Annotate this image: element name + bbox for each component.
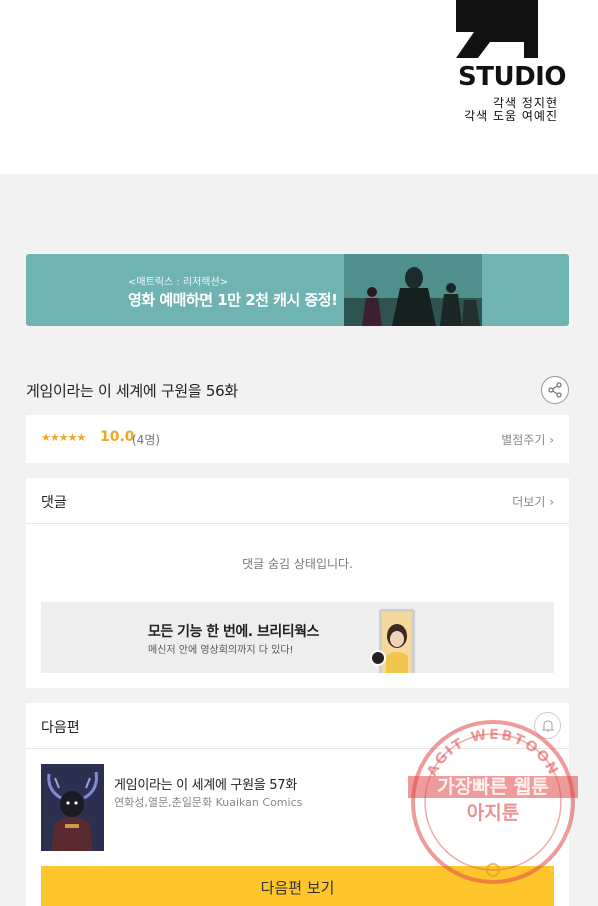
next-episode-title[interactable]: 게임이라는 이 세계에 구원을 57화 bbox=[114, 774, 297, 793]
next-episode-thumbnail[interactable] bbox=[41, 764, 104, 851]
credit-adaptation-assist: 각색 도움 여예진 bbox=[464, 109, 558, 123]
ad-subtitle: 메신저 안에 영상회의까지 다 있다! bbox=[148, 645, 294, 656]
share-button[interactable] bbox=[541, 376, 569, 404]
comments-title: 댓글 bbox=[41, 495, 67, 511]
episode-title: 게임이라는 이 세계에 구원을 56화 bbox=[26, 382, 238, 400]
next-episode-section-title: 다음편 bbox=[41, 720, 80, 736]
comments-hidden-message: 댓글 숨김 상태입니다. bbox=[242, 557, 353, 571]
ad-title: 모든 기능 한 번에. 브리티웍스 bbox=[148, 624, 319, 640]
next-episode-authors: 연화성,열문,춘일문화 Kuaikan Comics bbox=[114, 796, 303, 809]
promo-banner[interactable]: <매트릭스 : 리저렉션> 영화 예매하면 1만 2천 캐시 증정! bbox=[26, 254, 569, 326]
banner-subtitle: <매트릭스 : 리저렉션> bbox=[128, 277, 229, 288]
chat-bubble-icon bbox=[370, 650, 386, 666]
studio-wordmark: STUDIO bbox=[458, 62, 566, 92]
rating-panel: ★★★★★ 10.0 (4명) 별점주기 › bbox=[26, 415, 569, 463]
star-rating-icon: ★★★★★ bbox=[41, 431, 86, 444]
rate-button[interactable]: 별점주기 › bbox=[501, 431, 554, 448]
share-icon bbox=[548, 382, 562, 398]
banner-title: 영화 예매하면 1만 2천 캐시 증정! bbox=[128, 291, 338, 309]
comments-more-link[interactable]: 더보기 › bbox=[512, 493, 554, 510]
notification-button[interactable] bbox=[534, 712, 561, 739]
next-episode-header: 다음편 bbox=[26, 703, 569, 749]
next-episode-panel: 다음편 게임이라는 이 세계에 구원을 57화 연화성,열문,춘일문화 Kuai… bbox=[26, 703, 569, 906]
ad-banner[interactable]: 모든 기능 한 번에. 브리티웍스 메신저 안에 영상회의까지 다 있다! bbox=[41, 602, 554, 673]
comments-panel: 댓글 더보기 › 댓글 숨김 상태입니다. 모든 기능 한 번에. 브리티웍스 … bbox=[26, 478, 569, 688]
movie-poster-art bbox=[344, 254, 482, 326]
ad-phone-image bbox=[379, 609, 415, 673]
rating-score: 10.0 bbox=[100, 429, 135, 445]
comments-header: 댓글 더보기 › bbox=[26, 478, 569, 524]
next-episode-button[interactable]: 다음편 보기 bbox=[41, 866, 554, 906]
bell-icon bbox=[541, 719, 554, 732]
rating-count: (4명) bbox=[132, 433, 161, 447]
